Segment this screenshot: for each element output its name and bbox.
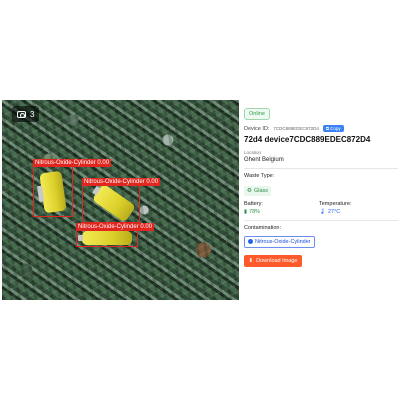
device-info-panel: Online Device ID: 7CDC889EDEC872D4 ⧉ Cop… (244, 102, 398, 267)
download-label: Download Image (256, 258, 298, 264)
battery-chip: ▮ 78% (244, 209, 299, 215)
device-id-row: Device ID: 7CDC889EDEC872D4 ⧉ Copy (244, 125, 398, 132)
detection-box[interactable]: Nitrous-Oxide-Cylinder 0.00 (82, 178, 161, 223)
divider (244, 220, 398, 221)
detection-count: 3 (30, 109, 35, 119)
waste-type-value: Glass (253, 188, 268, 194)
copy-button[interactable]: ⧉ Copy (322, 125, 344, 132)
device-title: 72d4 device7CDC889EDEC872D4 (244, 135, 371, 144)
location-label: Location (244, 150, 262, 155)
detection-label: Nitrous-Oxide-Cylinder 0.00 (82, 178, 161, 186)
warning-icon (248, 239, 253, 244)
status-badge: Online (244, 108, 270, 120)
contamination-label: Contamination: (244, 225, 281, 231)
temperature-label: Temperature: (319, 201, 352, 207)
metrics-row: Battery: ▮ 78% Temperature: 🌡 27°C (244, 201, 398, 215)
temperature-chip: 🌡 27°C (319, 209, 374, 215)
location-value: Ghent Belgium (244, 157, 284, 163)
detection-box[interactable]: Nitrous-Oxide-Cylinder 0.00 (33, 159, 112, 217)
battery-metric: Battery: ▮ 78% (244, 201, 299, 215)
device-id-label: Device ID: (244, 125, 270, 132)
detection-box[interactable]: Nitrous-Oxide-Cylinder 0.00 (76, 223, 155, 247)
waste-type-chip: ♻ Glass (244, 186, 271, 196)
temperature-metric: Temperature: 🌡 27°C (319, 201, 374, 215)
detection-label: Nitrous-Oxide-Cylinder 0.00 (33, 159, 112, 167)
temperature-value: 27°C (327, 209, 341, 215)
copy-icon: ⧉ (325, 126, 330, 131)
detection-count-badge: 3 (12, 106, 40, 122)
device-id-value: 7CDC889EDEC872D4 (273, 126, 319, 131)
download-icon: ⬇ (248, 258, 254, 264)
contamination-value: Nitrous-Oxide-Cylinder (255, 238, 311, 245)
waste-camera-image: 3 Nitrous-Oxide-Cylinder 0.00 Nitrous-Ox… (2, 100, 239, 300)
divider (244, 168, 398, 169)
recycle-icon: ♻ (247, 188, 252, 194)
thermometer-icon: 🌡 (319, 209, 326, 215)
waste-type-label: Waste Type: (244, 173, 275, 179)
copy-label: Copy (330, 126, 341, 131)
detection-label: Nitrous-Oxide-Cylinder 0.00 (76, 223, 155, 231)
contamination-chip: Nitrous-Oxide-Cylinder (244, 235, 315, 248)
download-image-button[interactable]: ⬇ Download Image (244, 255, 302, 267)
battery-value: 78% (249, 209, 261, 215)
camera-icon (17, 110, 26, 118)
battery-icon: ▮ (244, 209, 248, 215)
battery-label: Battery: (244, 201, 263, 207)
